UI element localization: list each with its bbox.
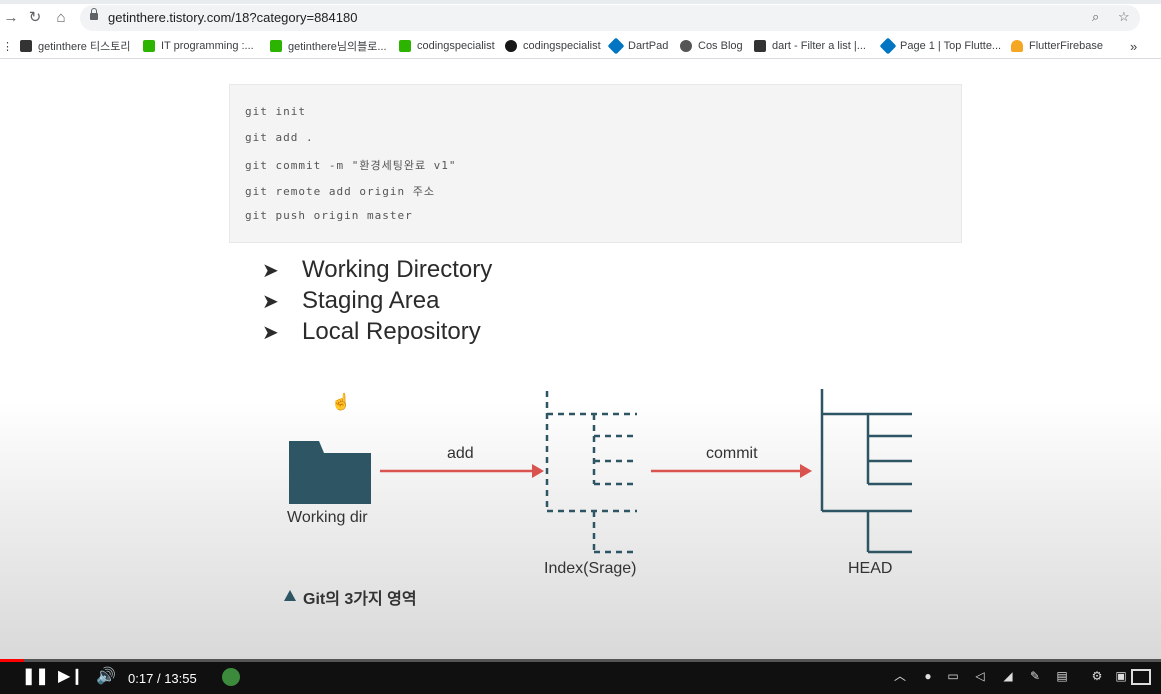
- lock-icon: [90, 8, 98, 20]
- flutter-icon: [879, 37, 897, 55]
- bookmark-item[interactable]: FlutterFirebase: [1011, 38, 1103, 54]
- miniplayer-icon[interactable]: ▣: [1114, 669, 1128, 683]
- chevron-up-icon[interactable]: ︿: [893, 669, 907, 683]
- bookmark-item[interactable]: DartPad: [607, 37, 669, 55]
- bookmark-label: codingspecialist: [417, 40, 495, 52]
- bookmark-label: IT programming :...: [161, 40, 254, 52]
- add-label: add: [447, 445, 474, 462]
- head-tree-icon: [820, 389, 912, 554]
- bookmark-item[interactable]: IT programming :...: [143, 38, 254, 54]
- network-icon[interactable]: ◢: [1001, 669, 1015, 683]
- bookmark-favicon: [270, 40, 282, 52]
- apps-icon[interactable]: ⋮: [2, 38, 13, 54]
- bookmark-item[interactable]: getinthere 티스토리: [20, 38, 130, 54]
- page-content: git init git add . git commit -m "환경세팅완료…: [0, 59, 1161, 659]
- add-arrowhead: [532, 464, 544, 478]
- bookmark-label: Cos Blog: [698, 40, 743, 52]
- settings-gear-icon[interactable]: ⚙: [1090, 669, 1104, 683]
- diagram-caption: Git의 3가지 영역: [303, 591, 417, 608]
- reload-icon[interactable]: ↻: [26, 8, 44, 28]
- tab-strip-edge: [0, 0, 1161, 4]
- dart-icon: [607, 37, 625, 55]
- stackoverflow-icon: [754, 40, 766, 52]
- video-player-controls: ❚❚ ▶❙ 🔊 0:17 / 13:55 ︿ ● ▭ ◁ ◢ ✎ ▤ ⚙ ▣: [0, 659, 1161, 694]
- bookmark-star-icon[interactable]: ☆: [1118, 9, 1130, 25]
- globe-icon: [680, 40, 692, 52]
- time-current: 0:17: [128, 671, 154, 686]
- bookmark-label: Page 1 | Top Flutte...: [900, 40, 1002, 52]
- bookmark-label: dart - Filter a list |...: [772, 40, 866, 52]
- index-label: Index(Srage): [544, 560, 637, 577]
- bookmark-item[interactable]: Cos Blog: [680, 38, 743, 54]
- forward-icon[interactable]: →: [2, 8, 20, 28]
- battery-icon[interactable]: ▭: [946, 669, 960, 683]
- bookmark-label: getinthere님의블로...: [288, 41, 387, 53]
- bookmark-favicon: [20, 40, 32, 52]
- commit-arrowhead: [800, 464, 812, 478]
- caption-triangle-icon: [284, 590, 296, 601]
- url-text[interactable]: getinthere.tistory.com/18?category=88418…: [108, 10, 357, 25]
- browser-toolbar: → ↻ ⌂ getinthere.tistory.com/18?category…: [0, 0, 1161, 34]
- time-separator: /: [156, 671, 161, 686]
- time-display: 0:17 / 13:55: [128, 671, 197, 686]
- volume-icon[interactable]: 🔊: [96, 667, 116, 687]
- bookmark-label: FlutterFirebase: [1029, 40, 1103, 52]
- subtitles-icon[interactable]: ▤: [1053, 669, 1071, 683]
- bookmark-label: DartPad: [628, 40, 669, 52]
- zoom-icon[interactable]: ⌕: [1092, 9, 1099, 25]
- pen-icon[interactable]: ✎: [1028, 669, 1042, 683]
- bookmark-label: codingspecialist: [523, 40, 601, 52]
- time-total: 13:55: [164, 671, 197, 686]
- folder-icon: [289, 441, 371, 504]
- bookmark-label: getinthere 티스토리: [38, 41, 131, 53]
- more-bookmarks-button[interactable]: »: [1130, 38, 1137, 54]
- bookmark-item[interactable]: dart - Filter a list |...: [754, 38, 866, 54]
- next-icon[interactable]: ▶❙: [58, 667, 84, 687]
- hand-cursor-icon: ☝: [331, 394, 351, 411]
- theater-mode-icon[interactable]: [1131, 669, 1151, 685]
- github-icon: [505, 40, 517, 52]
- firebase-icon: [1011, 40, 1023, 52]
- bookmark-item[interactable]: codingspecialist: [505, 38, 601, 54]
- bookmark-item[interactable]: Page 1 | Top Flutte...: [879, 37, 1002, 55]
- home-icon[interactable]: ⌂: [52, 8, 70, 28]
- bookmark-favicon: [143, 40, 155, 52]
- progress-bar[interactable]: [0, 659, 1161, 662]
- bookmark-favicon: [399, 40, 411, 52]
- working-dir-label: Working dir: [287, 509, 368, 526]
- bookmark-item[interactable]: codingspecialist: [399, 38, 495, 54]
- speaker-icon[interactable]: ◁: [973, 669, 987, 683]
- progress-fill: [0, 659, 24, 662]
- mic-icon[interactable]: ●: [921, 669, 935, 683]
- commit-label: commit: [706, 445, 758, 462]
- head-label: HEAD: [848, 560, 893, 577]
- app-icon[interactable]: [222, 668, 240, 686]
- pause-icon[interactable]: ❚❚: [22, 667, 49, 687]
- index-tree-icon: [545, 391, 637, 554]
- address-bar[interactable]: getinthere.tistory.com/18?category=88418…: [80, 5, 1140, 31]
- bookmark-item[interactable]: getinthere님의블로...: [270, 38, 387, 54]
- bookmarks-bar: ⋮ getinthere 티스토리 IT programming :... ge…: [0, 34, 1161, 59]
